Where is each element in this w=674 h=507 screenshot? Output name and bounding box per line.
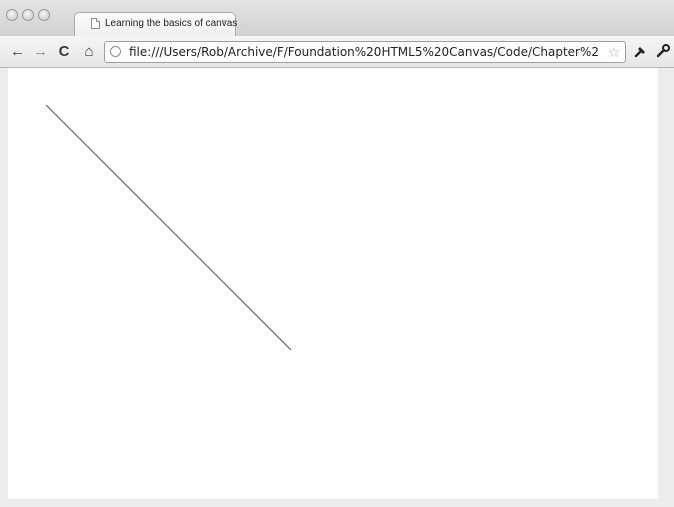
wrench-icon[interactable] (656, 44, 670, 61)
home-button[interactable]: ⌂ (82, 44, 96, 60)
tab-active[interactable]: Learning the basics of canvas × (74, 12, 238, 36)
zoom-window-button[interactable] (38, 9, 50, 21)
bookmark-star-icon[interactable]: ☆ (607, 44, 620, 61)
wrench-glyph (656, 44, 670, 58)
address-bar[interactable]: file:///Users/Rob/Archive/F/Foundation%2… (104, 41, 626, 63)
drawing-canvas (45, 104, 292, 351)
tab-title: Learning the basics of canvas (105, 18, 238, 29)
page-info-icon[interactable] (110, 46, 121, 57)
url-text[interactable]: file:///Users/Rob/Archive/F/Foundation%2… (129, 45, 599, 59)
tab-strip: Learning the basics of canvas × + (0, 0, 674, 36)
browser-window: Learning the basics of canvas × + ← → C … (0, 0, 674, 507)
page-icon (91, 18, 100, 29)
back-button[interactable]: ← (10, 44, 25, 60)
new-tab-button[interactable]: + (236, 18, 254, 32)
canvas-line (45, 104, 292, 351)
page-viewport (8, 68, 658, 499)
forward-button[interactable]: → (33, 44, 48, 60)
reload-button[interactable]: C (57, 44, 71, 60)
page-menu-glyph (634, 47, 645, 58)
minimize-window-button[interactable] (22, 9, 34, 21)
page-menu-icon[interactable] (634, 44, 648, 61)
close-window-button[interactable] (6, 9, 18, 21)
tab-close-icon[interactable]: × (221, 17, 227, 28)
window-bottom-edge (0, 499, 674, 507)
toolbar: ← → C ⌂ file:///Users/Rob/Archive/F/Foun… (0, 36, 674, 68)
